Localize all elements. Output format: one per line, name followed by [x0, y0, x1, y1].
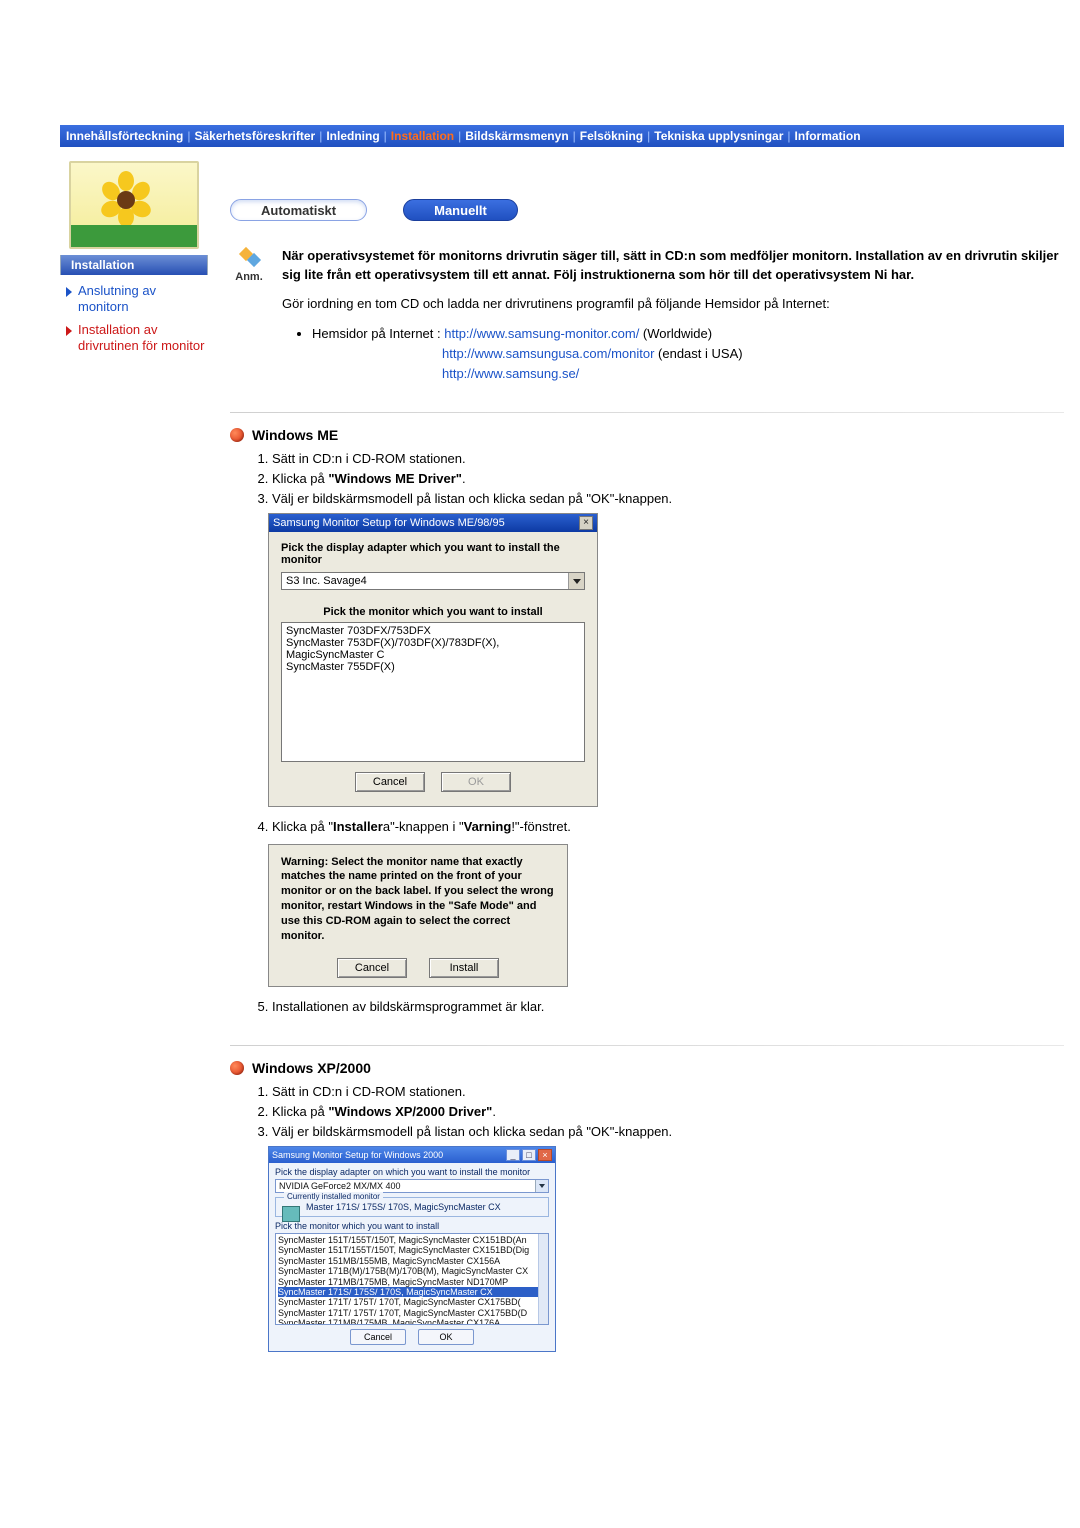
main-content: Automatiskt Manuellt Anm. När operativsy… — [230, 157, 1064, 1362]
monitor-icon — [282, 1206, 300, 1222]
list-item: Klicka på "Windows XP/2000 Driver". — [272, 1102, 1064, 1122]
section-heading-xp: Windows XP/2000 — [252, 1060, 371, 1076]
list-row[interactable]: SyncMaster 151MB/155MB, MagicSyncMaster … — [278, 1256, 546, 1266]
me-steps-end: Installationen av bildskärmsprogrammet ä… — [272, 997, 1064, 1017]
me-steps: Sätt in CD:n i CD-ROM stationen. Klicka … — [272, 449, 1064, 509]
current-monitor-label: Master 171S/ 175S/ 170S, MagicSyncMaster… — [306, 1202, 501, 1212]
bullet-icon — [230, 1061, 244, 1075]
section-heading-me: Windows ME — [252, 427, 338, 443]
dialog-label: Pick the display adapter which you want … — [281, 542, 585, 566]
note-icon-label: Anm. — [230, 271, 268, 283]
dialog-xp-setup: Samsung Monitor Setup for Windows 2000 _… — [268, 1146, 556, 1352]
minimize-icon[interactable]: _ — [506, 1149, 520, 1161]
tab-manual[interactable]: Manuellt — [403, 199, 518, 221]
note-icon: Anm. — [230, 247, 268, 283]
divider — [230, 412, 1064, 413]
note-text: Gör iordning en tom CD och ladda ner dri… — [282, 295, 1064, 314]
nav-link[interactable]: Felsökning — [580, 129, 643, 143]
tab-automatic[interactable]: Automatiskt — [230, 199, 367, 221]
note-bold-text: När operativsystemet för monitorns drivr… — [282, 247, 1064, 285]
list-row[interactable]: SyncMaster 171MB/175MB, MagicSyncMaster … — [278, 1318, 546, 1325]
cancel-button[interactable]: Cancel — [355, 772, 425, 792]
triangle-icon — [66, 326, 72, 336]
combo-value: NVIDIA GeForce2 MX/MX 400 — [279, 1181, 401, 1191]
install-button[interactable]: Install — [429, 958, 499, 978]
dialog-title: Samsung Monitor Setup for Windows ME/98/… — [273, 517, 505, 529]
external-link[interactable]: http://www.samsung-monitor.com/ — [444, 326, 639, 341]
bullet-icon — [230, 428, 244, 442]
list-item: Klicka på "Installera"-knappen i "Varnin… — [272, 817, 1064, 837]
nav-link[interactable]: Innehållsförteckning — [66, 129, 183, 143]
sidebar: Installation Anslutning av monitorn Inst… — [60, 157, 208, 1362]
cancel-button[interactable]: Cancel — [337, 958, 407, 978]
nav-link[interactable]: Information — [795, 129, 861, 143]
dialog-title: Samsung Monitor Setup for Windows 2000 — [272, 1150, 443, 1160]
xp-steps: Sätt in CD:n i CD-ROM stationen. Klicka … — [272, 1082, 1064, 1142]
dialog-me-setup: Samsung Monitor Setup for Windows ME/98/… — [268, 513, 598, 807]
list-item: Klicka på "Windows ME Driver". — [272, 469, 1064, 489]
triangle-icon — [66, 287, 72, 297]
sidebar-title: Installation — [60, 255, 208, 275]
dialog-label: Pick the monitor which you want to insta… — [281, 606, 585, 618]
close-icon[interactable]: × — [579, 516, 593, 530]
monitor-listbox[interactable]: SyncMaster 703DFX/753DFX SyncMaster 753D… — [281, 622, 585, 762]
list-row[interactable]: SyncMaster 755DF(X) — [286, 661, 580, 673]
adapter-combo[interactable]: NVIDIA GeForce2 MX/MX 400 — [275, 1179, 549, 1193]
me-steps-cont: Klicka på "Installera"-knappen i "Varnin… — [272, 817, 1064, 837]
link-list-item: Hemsidor på Internet : http://www.samsun… — [312, 324, 1064, 344]
chevron-down-icon[interactable] — [568, 573, 584, 589]
adapter-combo[interactable]: S3 Inc. Savage4 — [281, 572, 585, 590]
list-row[interactable]: SyncMaster 171T/ 175T/ 170T, MagicSyncMa… — [278, 1297, 546, 1307]
external-link[interactable]: http://www.samsung.se/ — [442, 366, 579, 381]
list-item: Installationen av bildskärmsprogrammet ä… — [272, 997, 1064, 1017]
nav-link-active[interactable]: Installation — [391, 129, 454, 143]
nav-link[interactable]: Säkerhetsföreskrifter — [194, 129, 315, 143]
list-row[interactable]: SyncMaster 171MB/175MB, MagicSyncMaster … — [278, 1277, 546, 1287]
dialog-warning: Warning: Select the monitor name that ex… — [268, 844, 568, 987]
external-link[interactable]: http://www.samsungusa.com/monitor — [442, 346, 654, 361]
list-item: Sätt in CD:n i CD-ROM stationen. — [272, 1082, 1064, 1102]
top-nav: Innehållsförteckning| Säkerhetsföreskrif… — [60, 125, 1064, 147]
nav-link[interactable]: Bildskärmsmenyn — [465, 129, 568, 143]
sidebar-item-label: Anslutning av monitorn — [78, 283, 206, 316]
list-row[interactable]: SyncMaster 703DFX/753DFX — [286, 625, 580, 637]
maximize-icon[interactable]: □ — [522, 1149, 536, 1161]
tabs: Automatiskt Manuellt — [230, 199, 1064, 221]
list-item: Välj er bildskärmsmodell på listan och k… — [272, 489, 1064, 509]
divider — [230, 1045, 1064, 1046]
sidebar-item-active[interactable]: Installation av drivrutinen för monitor — [66, 322, 206, 355]
list-row[interactable]: SyncMaster 151T/155T/150T, MagicSyncMast… — [278, 1235, 546, 1245]
nav-link[interactable]: Inledning — [326, 129, 379, 143]
warning-text: Warning: Select the monitor name that ex… — [281, 855, 555, 944]
sidebar-item-label: Installation av drivrutinen för monitor — [78, 322, 206, 355]
dialog-label: Pick the display adapter on which you wa… — [275, 1167, 549, 1177]
nav-link[interactable]: Tekniska upplysningar — [654, 129, 783, 143]
list-row-selected[interactable]: SyncMaster 171S/ 175S/ 170S, MagicSyncMa… — [278, 1287, 546, 1297]
dialog-label: Pick the monitor which you want to insta… — [275, 1221, 549, 1231]
sidebar-item[interactable]: Anslutning av monitorn — [66, 283, 206, 316]
monitor-listbox[interactable]: SyncMaster 151T/155T/150T, MagicSyncMast… — [275, 1233, 549, 1325]
list-row[interactable]: SyncMaster 171T/ 175T/ 170T, MagicSyncMa… — [278, 1308, 546, 1318]
list-item: Välj er bildskärmsmodell på listan och k… — [272, 1122, 1064, 1142]
list-row[interactable]: SyncMaster 151T/155T/150T, MagicSyncMast… — [278, 1245, 546, 1255]
current-monitor-group: Currently installed monitor Master 171S/… — [275, 1197, 549, 1217]
list-row[interactable]: SyncMaster 171B(M)/175B(M)/170B(M), Magi… — [278, 1266, 546, 1276]
ok-button[interactable]: OK — [418, 1329, 474, 1345]
thumbnail-image — [69, 161, 199, 249]
scrollbar[interactable] — [538, 1234, 548, 1324]
combo-value: S3 Inc. Savage4 — [286, 575, 367, 587]
ok-button[interactable]: OK — [441, 772, 511, 792]
cancel-button[interactable]: Cancel — [350, 1329, 406, 1345]
chevron-down-icon[interactable] — [535, 1180, 548, 1192]
list-row[interactable]: SyncMaster 753DF(X)/703DF(X)/783DF(X), M… — [286, 637, 580, 661]
list-item: Sätt in CD:n i CD-ROM stationen. — [272, 449, 1064, 469]
close-icon[interactable]: × — [538, 1149, 552, 1161]
